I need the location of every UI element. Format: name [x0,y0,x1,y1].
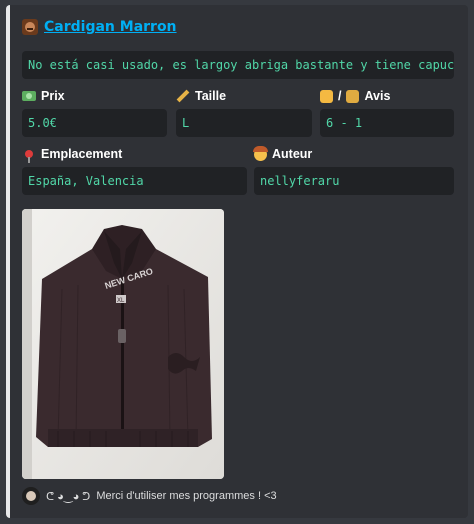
thumbs-up-icon [320,89,333,103]
field-label-size: Taille [176,89,226,103]
field-label-rating: / Avis [320,89,390,103]
embed-footer: ᕦ ◕‿◕ ᕤ Merci d'utiliser mes programmes … [22,487,277,505]
embed-title-row: Cardigan Marron [22,19,177,35]
person-icon [253,145,268,161]
thumbs-down-icon [346,89,360,103]
monkey-icon [22,19,38,35]
item-title-link[interactable]: Cardigan Marron [44,19,177,35]
footer-avatar [22,487,40,505]
field-label-price: Prix [22,89,65,103]
footer-face: ᕦ ◕‿◕ ᕤ [46,490,91,503]
money-icon [22,91,36,101]
message-embed: Cardigan Marron No está casi usado, es l… [6,5,468,518]
description-text: No está casi usado, es largoy abriga bas… [28,58,454,72]
description-box: No está casi usado, es largoy abriga bas… [22,51,454,79]
garment-size-tag: XL [117,298,125,304]
field-label-location: Emplacement [22,147,122,163]
field-value-author: nellyferaru [254,167,454,195]
field-value-rating: 6 - 1 [320,109,454,137]
ruler-icon [176,89,190,103]
item-photo[interactable]: NEW CARO XL [22,209,224,479]
footer-text: Merci d'utiliser mes programmes ! <3 [96,490,277,502]
cardigan-image: NEW CARO XL [22,209,224,479]
field-value-location: España, Valencia [22,167,247,195]
field-label-author: Auteur [253,145,312,161]
field-value-price: 5.0€ [22,109,167,137]
pin-icon [22,147,36,163]
field-value-size: L [176,109,312,137]
